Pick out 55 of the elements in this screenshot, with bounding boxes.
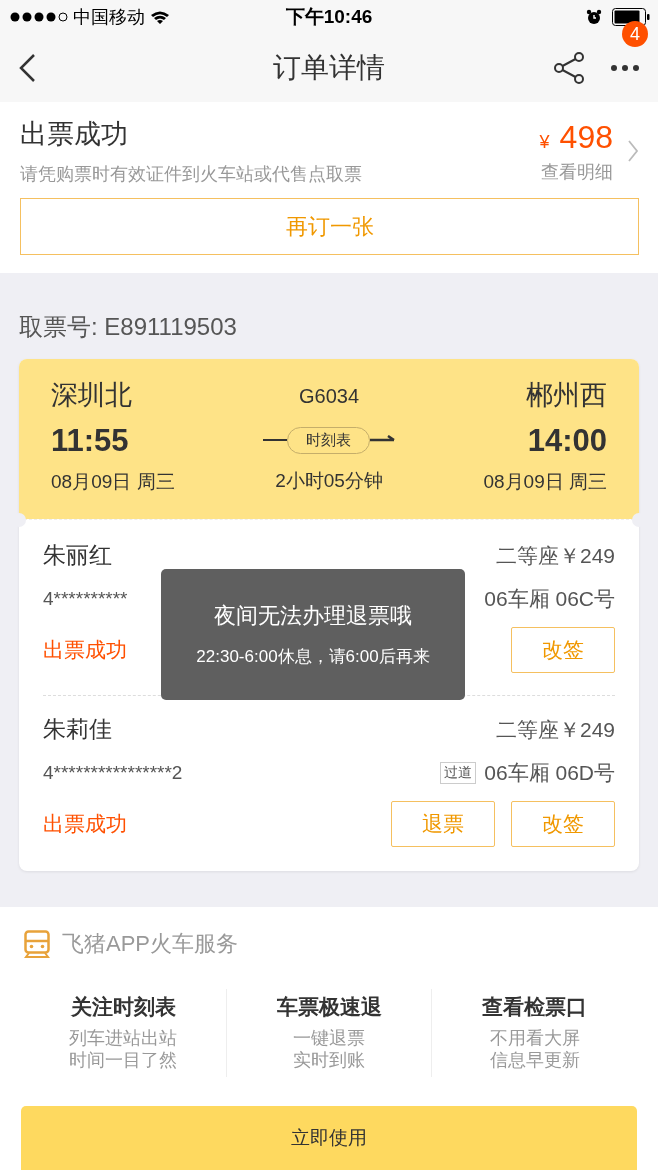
seat-tag: 过道	[440, 762, 477, 784]
ticket-action-button[interactable]: 改签	[511, 801, 615, 847]
passenger-name: 朱莉佳	[43, 715, 112, 744]
feature-title: 车票极速退	[276, 994, 382, 1020]
seat-number: 06车厢 06C号	[484, 586, 615, 612]
toast-title: 夜间无法办理退票哦	[214, 602, 412, 630]
ticket-status: 出票成功	[43, 811, 127, 837]
feature-description: 时间一目了然	[69, 1049, 178, 1071]
arrival-station: 郴州西	[526, 379, 607, 412]
service-title: 飞猪APP火车服务	[62, 930, 239, 958]
seat-fare: 二等座￥249	[495, 542, 615, 569]
total-price: 498	[559, 118, 613, 156]
pickup-code: 取票号: E891119503	[19, 312, 238, 342]
train-number: G6034	[298, 385, 360, 408]
feature-description: 不用看大屏	[489, 1027, 580, 1049]
signal-icon	[10, 12, 68, 22]
order-status: 出票成功	[20, 118, 129, 151]
use-now-button[interactable]: 立即使用	[21, 1106, 637, 1170]
rebook-button[interactable]: 再订一张	[20, 198, 639, 255]
trip-duration: 2小时05分钟	[275, 469, 383, 493]
feature-description: 一键退票	[293, 1027, 365, 1049]
carrier-name: 中国移动	[73, 6, 145, 29]
arrival-date: 08月09日 周三	[483, 470, 607, 494]
departure-station: 深圳北	[51, 379, 133, 412]
wifi-icon	[150, 9, 170, 25]
notification-badge: 4	[622, 21, 648, 47]
feature-description: 实时到账	[293, 1049, 365, 1071]
share-button[interactable]	[552, 51, 586, 85]
back-button[interactable]	[18, 53, 36, 83]
page-title: 订单详情	[273, 51, 385, 85]
feature-description: 列车进站出站	[69, 1027, 178, 1049]
more-button[interactable]	[610, 64, 640, 72]
timetable-button[interactable]: 时刻表	[286, 426, 370, 454]
feature-title: 关注时刻表	[70, 994, 176, 1020]
chevron-icon	[627, 139, 639, 163]
seat-number: 06车厢 06D号	[484, 760, 615, 786]
id-number: 4****************2	[43, 762, 183, 784]
status-time: 下午10:46	[285, 5, 373, 29]
passenger-name: 朱丽红	[43, 541, 112, 570]
ticket-action-button[interactable]: 改签	[511, 627, 615, 673]
train-icon	[24, 930, 50, 958]
departure-time: 11:55	[51, 423, 130, 459]
price-detail-link[interactable]: 查看明细	[541, 159, 613, 184]
ticket-status: 出票成功	[43, 637, 127, 663]
order-note: 请凭购票时有效证件到火车站或代售点取票	[20, 163, 362, 186]
feature-title: 查看检票口	[482, 994, 588, 1020]
id-number: 4**********	[43, 588, 128, 610]
seat-fare: 二等座￥249	[495, 716, 615, 743]
currency-symbol: ¥	[539, 131, 550, 153]
alarm-icon	[586, 9, 602, 25]
departure-date: 08月09日 周三	[51, 470, 175, 494]
feature-description: 信息早更新	[489, 1049, 580, 1071]
arrival-time: 14:00	[527, 423, 607, 459]
toast-text: 22:30-6:00休息，请6:00后再来	[196, 646, 430, 668]
ticket-action-button[interactable]: 退票	[391, 801, 495, 847]
